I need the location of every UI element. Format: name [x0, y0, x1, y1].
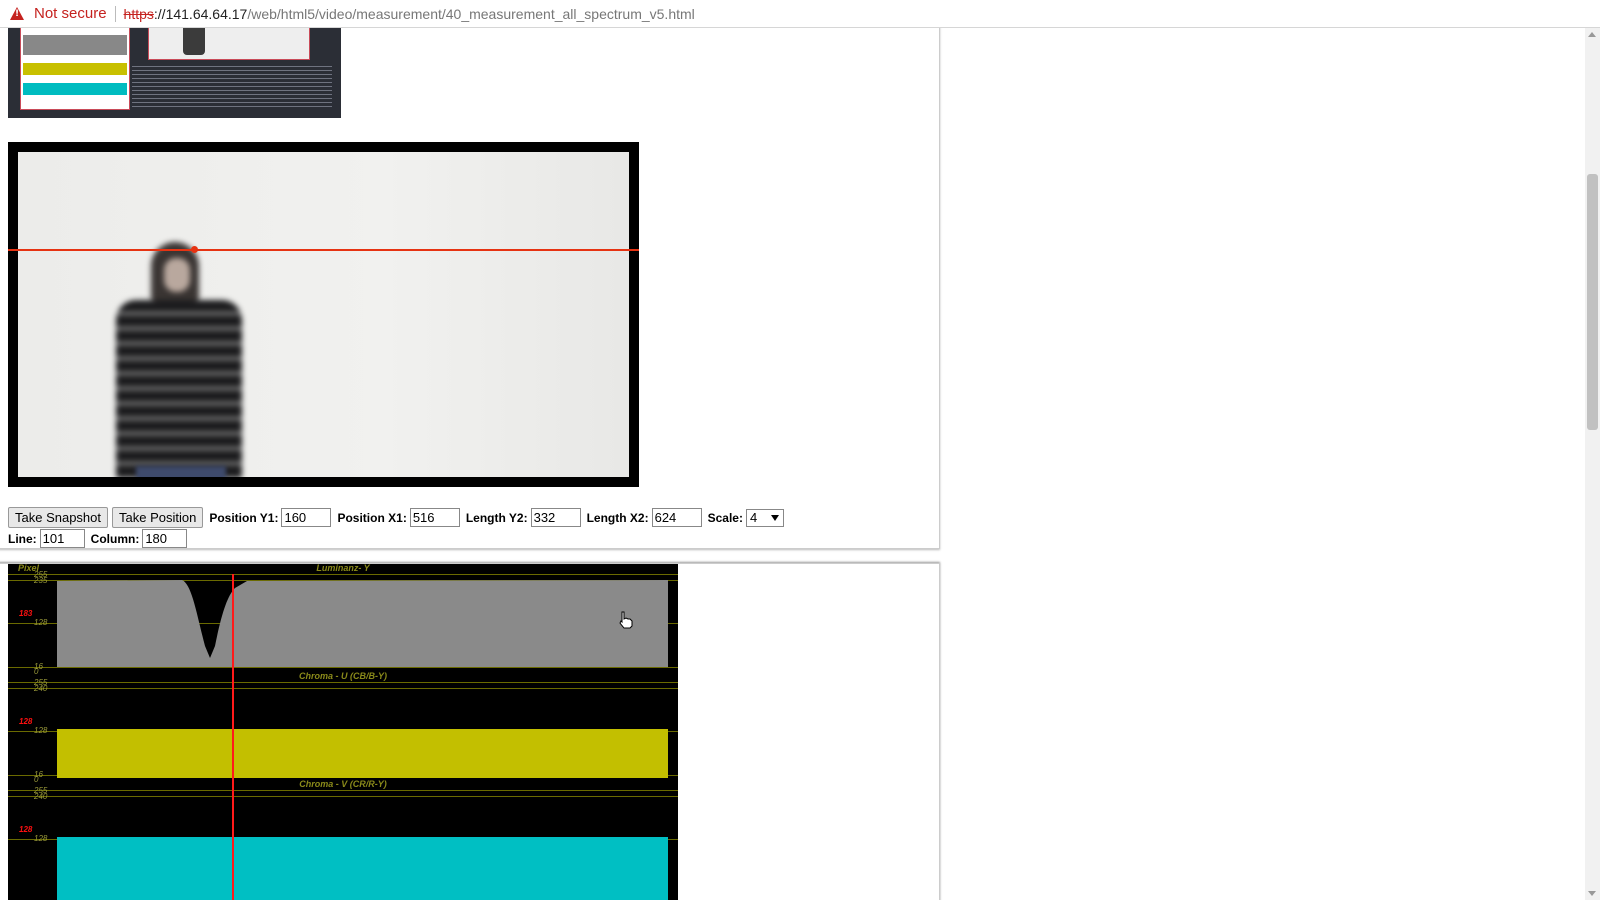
chevron-down-icon	[770, 514, 779, 521]
luma-title: Luminanz- Y	[316, 563, 370, 573]
column-label: Column:	[90, 531, 140, 546]
luma-waveform	[57, 580, 668, 667]
thumb-luma-bar	[23, 35, 127, 55]
luma-line-255	[8, 574, 678, 575]
scroll-up-icon[interactable]	[1588, 32, 1596, 37]
length-x2-input[interactable]	[651, 508, 702, 527]
chroma-v-current-value: 128	[19, 825, 33, 834]
position-y1-input[interactable]	[281, 508, 332, 527]
line-label: Line:	[8, 531, 37, 546]
control-bar: Take Snapshot Take Position Position Y1:…	[8, 507, 784, 549]
hand-cursor-icon	[619, 611, 633, 629]
column-input[interactable]	[142, 529, 188, 548]
luma-current-value: 183	[19, 609, 33, 618]
page-content: Take Snapshot Take Position Position Y1:…	[0, 28, 1553, 900]
thumb-video	[148, 28, 310, 60]
chroma-u-line-255	[8, 682, 678, 683]
person-face	[164, 258, 190, 292]
take-snapshot-button[interactable]: Take Snapshot	[8, 507, 109, 528]
thumb-spectrum	[20, 28, 130, 110]
chroma-v-line-255	[8, 790, 678, 791]
luma-tick-128: 128	[34, 618, 48, 627]
chroma-v-section: Chroma - V (CR/R-Y) 255 240 128 128	[8, 779, 678, 900]
scroll-down-icon[interactable]	[1588, 891, 1596, 896]
scale-label: Scale:	[707, 510, 743, 525]
luma-section: Luminanz- Y 255 235 128 16 0 183	[8, 563, 678, 676]
video-image	[18, 152, 629, 477]
chroma-v-bar	[57, 837, 668, 900]
chroma-v-tick-240: 240	[34, 792, 48, 801]
spectrum-display[interactable]: Pixel Luminanz- Y 255 235 128 16 0 183 C…	[8, 563, 678, 900]
measurement-line[interactable]	[8, 249, 639, 251]
luma-line-16	[8, 667, 678, 668]
thumb-chroma-v-bar	[23, 83, 127, 95]
chroma-u-bar	[57, 729, 668, 778]
address-divider	[114, 5, 116, 22]
chroma-u-title: Chroma - U (CB/B-Y)	[299, 671, 387, 681]
person-jeans	[136, 466, 226, 477]
warning-icon	[10, 7, 24, 20]
spectrum-cursor-line	[232, 574, 234, 900]
length-x2-label: Length X2:	[586, 510, 649, 525]
chroma-u-line-240	[8, 688, 678, 689]
thumb-chroma-u-bar	[23, 63, 127, 75]
url-host: ://141.64.64.17	[153, 5, 248, 22]
chroma-u-tick-240: 240	[34, 684, 48, 693]
luma-tick-235: 235	[34, 576, 48, 585]
chroma-v-line-240	[8, 796, 678, 797]
scale-select[interactable]: 4	[745, 508, 784, 527]
position-x1-input[interactable]	[409, 508, 460, 527]
line-input[interactable]	[39, 529, 85, 548]
measurement-point[interactable]	[191, 246, 198, 253]
vertical-scrollbar[interactable]	[1585, 28, 1600, 900]
chroma-v-tick-128: 128	[34, 834, 48, 843]
chroma-u-section: Chroma - U (CB/B-Y) 255 240 128 16 0 128	[8, 671, 678, 784]
thumb-code-lines	[132, 63, 332, 108]
url-text[interactable]: https://141.64.64.17/web/html5/video/mea…	[124, 6, 695, 22]
length-y2-label: Length Y2:	[465, 510, 528, 525]
url-path: /web/html5/video/measurement/40_measurem…	[247, 5, 695, 22]
url-scheme: https	[123, 5, 154, 22]
length-y2-input[interactable]	[530, 508, 581, 527]
person-sweater	[116, 300, 242, 477]
take-position-button[interactable]: Take Position	[112, 507, 204, 528]
thumb-person	[183, 28, 205, 55]
chroma-u-current-value: 128	[19, 717, 33, 726]
video-frame[interactable]	[8, 142, 639, 487]
controls-row-1: Take Snapshot Take Position Position Y1:…	[8, 507, 784, 528]
scale-value: 4	[749, 509, 758, 525]
person-image	[106, 242, 251, 477]
snapshot-thumbnail[interactable]	[8, 28, 341, 118]
address-bar[interactable]: Not secure https://141.64.64.17/web/html…	[0, 0, 1600, 28]
position-y1-label: Position Y1:	[209, 510, 279, 525]
controls-row-2: Line: Column:	[8, 528, 784, 549]
chroma-u-tick-128: 128	[34, 726, 48, 735]
chroma-v-title: Chroma - V (CR/R-Y)	[299, 779, 387, 789]
position-x1-label: Position X1:	[337, 510, 407, 525]
security-status[interactable]: Not secure	[34, 5, 107, 22]
scrollbar-thumb[interactable]	[1587, 174, 1598, 430]
